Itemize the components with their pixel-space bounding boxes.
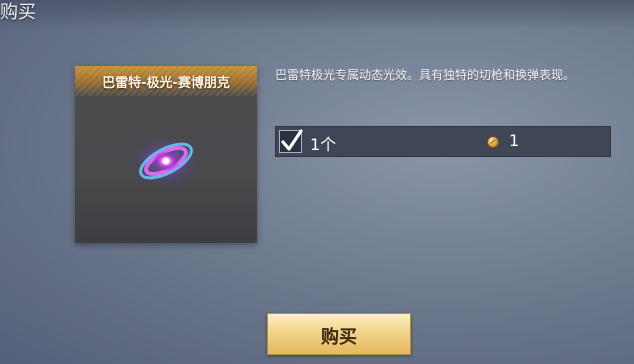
top-bar: 购买 [0, 0, 634, 30]
buy-button[interactable]: 购买 [267, 313, 411, 355]
item-name-banner: 巴雷特-极光-赛博朋克 [75, 66, 257, 96]
option-checkbox[interactable] [279, 129, 303, 153]
price-value: 1 [509, 131, 520, 150]
checkmark-icon [281, 129, 303, 151]
galaxy-effect-icon [132, 135, 200, 187]
quantity-label: 1个 [310, 135, 337, 154]
buy-button-label: 购买 [321, 327, 357, 348]
page-title: 购买 [0, 2, 36, 23]
purchase-option-row[interactable]: 1个 1 [275, 126, 611, 157]
gold-coin-icon [487, 136, 499, 148]
item-name: 巴雷特-极光-赛博朋克 [102, 76, 230, 91]
item-description: 巴雷特极光专属动态光效。具有独特的切枪和换弹表现。 [275, 68, 576, 82]
